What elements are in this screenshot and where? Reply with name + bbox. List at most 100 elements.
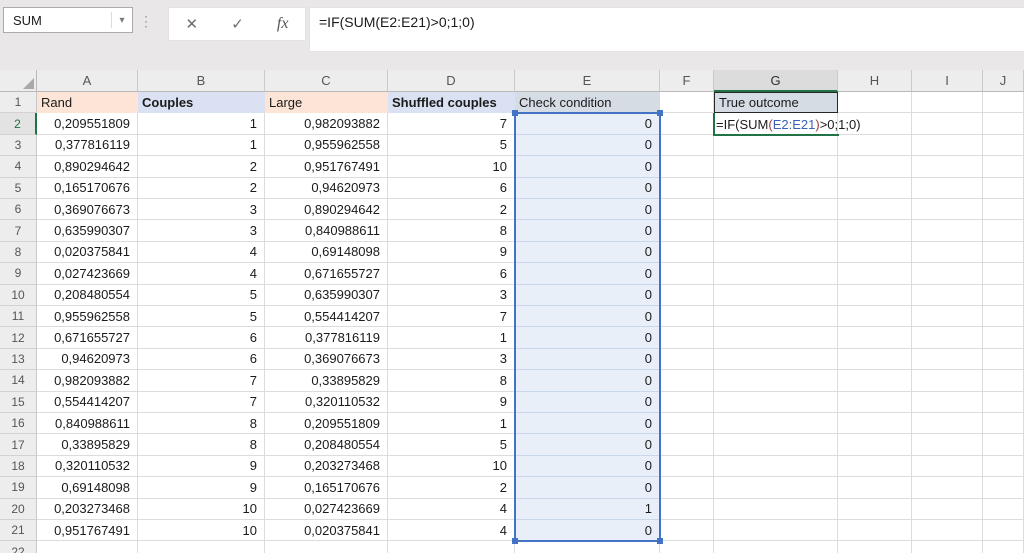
cell-E22[interactable]	[515, 541, 660, 553]
cell-H5[interactable]	[838, 178, 912, 199]
cell-D10[interactable]: 3	[388, 285, 515, 306]
cell-I2[interactable]	[912, 113, 983, 134]
cell-H1[interactable]	[838, 92, 912, 113]
cell-I5[interactable]	[912, 178, 983, 199]
cell-G11[interactable]	[714, 306, 838, 327]
row-header-19[interactable]: 19	[0, 477, 37, 498]
cell-H17[interactable]	[838, 434, 912, 455]
cell-A14[interactable]: 0,982093882	[37, 370, 138, 391]
cell-G18[interactable]	[714, 456, 838, 477]
row-header-21[interactable]: 21	[0, 520, 37, 541]
cell-I12[interactable]	[912, 327, 983, 348]
cancel-icon[interactable]: ✕	[186, 17, 199, 32]
cell-B16[interactable]: 8	[138, 413, 265, 434]
cell-I15[interactable]	[912, 392, 983, 413]
cell-I4[interactable]	[912, 156, 983, 177]
column-header-D[interactable]: D	[388, 70, 515, 92]
cell-I10[interactable]	[912, 285, 983, 306]
cell-B14[interactable]: 7	[138, 370, 265, 391]
row-header-10[interactable]: 10	[0, 285, 37, 306]
cell-D7[interactable]: 8	[388, 220, 515, 241]
cell-D2[interactable]: 7	[388, 113, 515, 134]
row-header-16[interactable]: 16	[0, 413, 37, 434]
row-header-22[interactable]: 22	[0, 541, 37, 553]
cell-B7[interactable]: 3	[138, 220, 265, 241]
cell-F6[interactable]	[660, 199, 714, 220]
row-header-9[interactable]: 9	[0, 263, 37, 284]
cell-B21[interactable]: 10	[138, 520, 265, 541]
row-header-20[interactable]: 20	[0, 499, 37, 520]
cell-G14[interactable]	[714, 370, 838, 391]
cell-H13[interactable]	[838, 349, 912, 370]
row-header-17[interactable]: 17	[0, 434, 37, 455]
select-all-corner[interactable]	[0, 70, 37, 92]
cell-B17[interactable]: 8	[138, 434, 265, 455]
cell-C4[interactable]: 0,951767491	[265, 156, 388, 177]
cell-I11[interactable]	[912, 306, 983, 327]
cell-F8[interactable]	[660, 242, 714, 263]
cell-H4[interactable]	[838, 156, 912, 177]
cell-E3[interactable]: 0	[515, 135, 660, 156]
cell-C9[interactable]: 0,671655727	[265, 263, 388, 284]
cell-F16[interactable]	[660, 413, 714, 434]
cell-E11[interactable]: 0	[515, 306, 660, 327]
row-header-13[interactable]: 13	[0, 349, 37, 370]
drag-handle-dots-icon[interactable]: ⋮	[139, 12, 153, 30]
cell-J17[interactable]	[983, 434, 1024, 455]
name-box[interactable]: SUM ▾	[3, 7, 133, 33]
cell-G12[interactable]	[714, 327, 838, 348]
cell-C5[interactable]: 0,94620973	[265, 178, 388, 199]
cell-G19[interactable]	[714, 477, 838, 498]
cell-D9[interactable]: 6	[388, 263, 515, 284]
cell-D11[interactable]: 7	[388, 306, 515, 327]
cell-A1[interactable]: Rand	[37, 92, 138, 113]
cell-B2[interactable]: 1	[138, 113, 265, 134]
cell-E5[interactable]: 0	[515, 178, 660, 199]
row-header-5[interactable]: 5	[0, 178, 37, 199]
cell-F20[interactable]	[660, 499, 714, 520]
cell-G15[interactable]	[714, 392, 838, 413]
cell-C3[interactable]: 0,955962558	[265, 135, 388, 156]
cell-D21[interactable]: 4	[388, 520, 515, 541]
row-header-2[interactable]: 2	[0, 113, 37, 134]
cell-E15[interactable]: 0	[515, 392, 660, 413]
cell-F19[interactable]	[660, 477, 714, 498]
column-header-B[interactable]: B	[138, 70, 265, 92]
cell-A21[interactable]: 0,951767491	[37, 520, 138, 541]
cell-C10[interactable]: 0,635990307	[265, 285, 388, 306]
cell-E20[interactable]: 1	[515, 499, 660, 520]
cell-G9[interactable]	[714, 263, 838, 284]
cell-I19[interactable]	[912, 477, 983, 498]
cell-G6[interactable]	[714, 199, 838, 220]
chevron-down-icon[interactable]: ▾	[112, 15, 132, 26]
cell-D18[interactable]: 10	[388, 456, 515, 477]
cell-I13[interactable]	[912, 349, 983, 370]
cell-H7[interactable]	[838, 220, 912, 241]
row-header-3[interactable]: 3	[0, 135, 37, 156]
cell-D1[interactable]: Shuffled couples	[388, 92, 515, 113]
cell-D14[interactable]: 8	[388, 370, 515, 391]
cell-H6[interactable]	[838, 199, 912, 220]
cell-D17[interactable]: 5	[388, 434, 515, 455]
cell-I7[interactable]	[912, 220, 983, 241]
cell-B20[interactable]: 10	[138, 499, 265, 520]
cell-C14[interactable]: 0,33895829	[265, 370, 388, 391]
cell-E2[interactable]: 0	[515, 113, 660, 134]
row-header-6[interactable]: 6	[0, 199, 37, 220]
cell-C21[interactable]: 0,020375841	[265, 520, 388, 541]
cell-D4[interactable]: 10	[388, 156, 515, 177]
cell-A19[interactable]: 0,69148098	[37, 477, 138, 498]
cell-E1[interactable]: Check condition	[515, 92, 660, 113]
cell-I21[interactable]	[912, 520, 983, 541]
cell-J11[interactable]	[983, 306, 1024, 327]
cell-B15[interactable]: 7	[138, 392, 265, 413]
cell-C15[interactable]: 0,320110532	[265, 392, 388, 413]
cell-G13[interactable]	[714, 349, 838, 370]
cell-J7[interactable]	[983, 220, 1024, 241]
cell-A13[interactable]: 0,94620973	[37, 349, 138, 370]
cell-J18[interactable]	[983, 456, 1024, 477]
cell-F21[interactable]	[660, 520, 714, 541]
cell-B1[interactable]: Couples	[138, 92, 265, 113]
cell-E14[interactable]: 0	[515, 370, 660, 391]
cell-G17[interactable]	[714, 434, 838, 455]
